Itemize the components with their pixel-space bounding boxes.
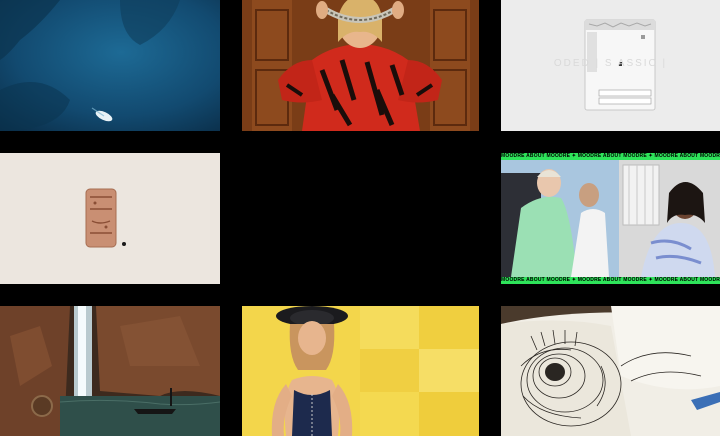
gallery-tile-sketchbook[interactable] xyxy=(501,306,720,436)
gallery-tile-fashion-red[interactable] xyxy=(242,0,479,131)
wine-cork-image xyxy=(0,153,220,284)
gallery-tile-wine-cork[interactable] xyxy=(0,153,220,284)
gallery-tile-waterfall[interactable] xyxy=(0,306,220,436)
pouch-overlay-text: ODED | S ASSIC | xyxy=(553,58,668,69)
gallery-tile-product-pouch[interactable]: ODED | S ASSIC | xyxy=(501,0,720,131)
waterfall-image xyxy=(0,306,220,436)
gallery-tile-swimwear-yellow[interactable] xyxy=(242,306,479,436)
aerial-sea-image xyxy=(0,0,220,131)
fashion-red-image xyxy=(242,0,479,131)
gallery-tile-moodre-banner[interactable]: MOODRE ABOUT MOODRE ✦ MOODRE ABOUT MOODR… xyxy=(501,153,720,284)
moodre-photo-image xyxy=(501,153,720,284)
swimwear-yellow-image xyxy=(242,306,479,436)
moodre-marquee-bottom: MOODRE ABOUT MOODRE ✦ MOODRE ABOUT MOODR… xyxy=(501,277,720,284)
sketchbook-image xyxy=(501,306,720,436)
gallery-tile-aerial-sea[interactable] xyxy=(0,0,220,131)
gallery-tile-empty xyxy=(242,153,479,284)
moodre-marquee-top: MOODRE ABOUT MOODRE ✦ MOODRE ABOUT MOODR… xyxy=(501,153,720,160)
